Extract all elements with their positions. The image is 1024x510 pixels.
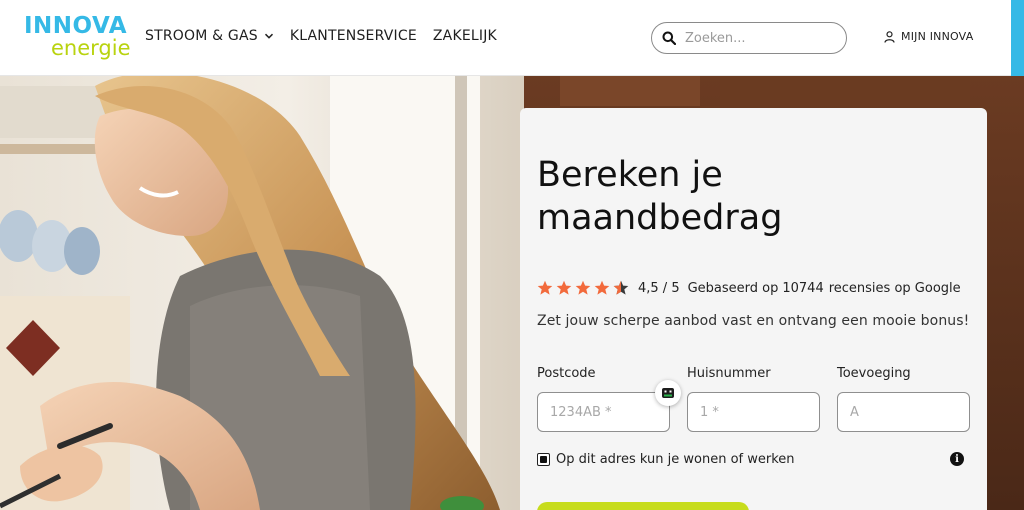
card-title: Bereken je maandbedrag — [537, 155, 783, 238]
nav-item-stroom-gas[interactable]: STROOM & GAS — [145, 28, 274, 44]
address-checkbox-label: Op dit adres kun je wonen of werken — [556, 452, 795, 467]
postcode-field-wrapper — [537, 392, 670, 432]
logo-line-2: energie — [51, 36, 131, 60]
rating-stars — [537, 280, 629, 296]
autofill-icon — [662, 388, 674, 398]
google-rating: 4,5 / 5 Gebaseerd op 10744 recensies op … — [537, 280, 961, 296]
huisnummer-input[interactable] — [688, 393, 819, 431]
huisnummer-label: Huisnummer — [687, 366, 771, 381]
info-icon[interactable]: i — [950, 452, 964, 466]
logo-line-1: INNOVA — [24, 13, 128, 39]
hero-section: Bereken je maandbedrag 4,5 / 5 Gebaseerd… — [0, 76, 1024, 510]
search-icon[interactable] — [662, 31, 676, 45]
half-star-icon — [613, 280, 629, 295]
search-input[interactable] — [685, 30, 835, 46]
autofill-button[interactable] — [655, 380, 681, 406]
calculate-button[interactable] — [537, 502, 749, 510]
rating-suffix: recensies op Google — [828, 280, 961, 296]
nav-item-label: ZAKELIJK — [432, 28, 497, 44]
address-checkbox[interactable] — [537, 453, 550, 466]
postcode-input[interactable] — [538, 393, 669, 431]
user-icon — [884, 30, 895, 43]
star-icon — [537, 280, 553, 295]
nav-item-label: STROOM & GAS — [145, 28, 258, 44]
account-label: MIJN INNOVA — [901, 30, 974, 43]
postcode-label: Postcode — [537, 366, 596, 381]
star-icon — [594, 280, 610, 295]
header-edge-accent — [1011, 0, 1024, 76]
rating-based-on: Gebaseerd op — [687, 280, 779, 296]
site-header: INNOVA energie STROOM & GAS KLANTENSERVI… — [0, 0, 1024, 76]
search-bar — [651, 22, 847, 54]
nav-item-label: KLANTENSERVICE — [289, 28, 417, 44]
innova-energie-logo[interactable]: INNOVA energie — [24, 13, 131, 60]
toevoeging-field-wrapper — [837, 392, 970, 432]
account-link[interactable]: MIJN INNOVA — [884, 30, 973, 43]
star-icon — [556, 280, 572, 295]
rating-count: 10744 — [782, 280, 824, 296]
nav-item-klantenservice[interactable]: KLANTENSERVICE — [290, 28, 417, 44]
huisnummer-field-wrapper — [687, 392, 820, 432]
calculator-card: Bereken je maandbedrag 4,5 / 5 Gebaseerd… — [520, 108, 987, 510]
main-nav: STROOM & GAS KLANTENSERVICE ZAKELIJK — [145, 28, 513, 44]
chevron-down-icon — [264, 33, 273, 39]
star-icon — [575, 280, 591, 295]
address-checkbox-row[interactable]: Op dit adres kun je wonen of werken — [537, 452, 795, 467]
toevoeging-input[interactable] — [838, 393, 969, 431]
rating-score: 4,5 / 5 — [638, 280, 680, 296]
nav-item-zakelijk[interactable]: ZAKELIJK — [433, 28, 497, 44]
card-tagline: Zet jouw scherpe aanbod vast en ontvang … — [537, 313, 970, 329]
toevoeging-label: Toevoeging — [837, 366, 911, 381]
checkbox-checked-mark — [540, 456, 547, 463]
